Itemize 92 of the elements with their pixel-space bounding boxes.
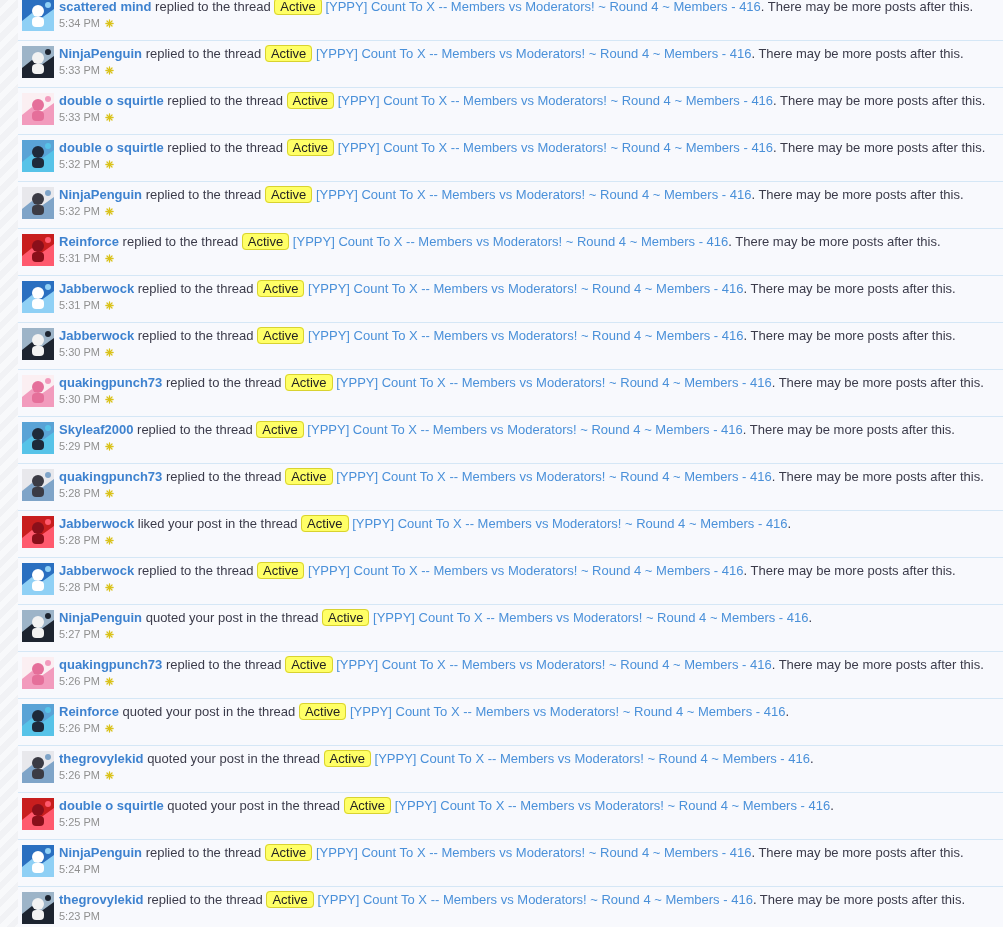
alert-text: thegrovylekid replied to the thread Active [YPPY] Count To X -- Members vs Moderators! ~ Round 4 ~ Members - 416. There may be more posts after this. (59, 890, 966, 910)
thread-link[interactable]: [YPPY] Count To X -- Members vs Moderators! ~ Round 4 ~ Members - 416 (336, 375, 772, 390)
alert-time: 5:34 PM (59, 17, 100, 29)
alert-time: 5:31 PM (59, 252, 100, 264)
alert-text: Skyleaf2000 replied to the thread Active [YPPY] Count To X -- Members vs Moderators! ~ Round 4 ~ Members - 416. There may be more posts after this. (59, 420, 955, 440)
status-badge: Active (257, 327, 305, 344)
username-link[interactable]: Skyleaf2000 (59, 422, 134, 437)
thread-link[interactable]: [YPPY] Count To X -- Members vs Moderators! ~ Round 4 ~ Members - 416 (317, 892, 753, 907)
status-badge: Active (264, 186, 313, 203)
status-badge: Active (301, 515, 349, 532)
username-link[interactable]: quakingpunch73 (59, 375, 163, 390)
alert-text: double o squirtle replied to the thread Active [YPPY] Count To X -- Members vs Moderators! ~ Round 4 ~ Members - 416. There may be more posts after this. (59, 91, 986, 111)
thread-link[interactable]: [YPPY] Count To X -- Members vs Moderators! ~ Round 4 ~ Members - 416 (336, 469, 772, 484)
username-link[interactable]: NinjaPenguin (59, 845, 143, 860)
username-link[interactable]: thegrovylekid (59, 892, 144, 907)
alert-time: 5:30 PM (59, 393, 100, 405)
status-badge: Active (274, 0, 322, 15)
status-badge: Active (286, 139, 334, 156)
status-badge: Active (343, 797, 392, 814)
thread-link[interactable]: [YPPY] Count To X -- Members vs Moderators! ~ Round 4 ~ Members - 416 (308, 563, 744, 578)
thread-link[interactable]: [YPPY] Count To X -- Members vs Moderators! ~ Round 4 ~ Members - 416 (336, 657, 772, 672)
thread-link[interactable]: [YPPY] Count To X -- Members vs Moderators! ~ Round 4 ~ Members - 416 (373, 610, 809, 625)
username-link[interactable]: Reinforce (59, 234, 119, 249)
username-link[interactable]: double o squirtle (59, 93, 164, 108)
username-link[interactable]: NinjaPenguin (59, 610, 143, 625)
alert-text: Jabberwock replied to the thread Active [YPPY] Count To X -- Members vs Moderators! ~ Round 4 ~ Members - 416. There may be more posts after this. (59, 561, 956, 581)
alert-time: 5:24 PM (59, 863, 100, 875)
username-link[interactable]: NinjaPenguin (59, 46, 143, 61)
alert-text: NinjaPenguin replied to the thread Active [YPPY] Count To X -- Members vs Moderators! ~ Round 4 ~ Members - 416. There may be more posts after this. (59, 185, 964, 205)
thread-link[interactable]: [YPPY] Count To X -- Members vs Moderators! ~ Round 4 ~ Members - 416 (307, 422, 743, 437)
alert-text: quakingpunch73 replied to the thread Active [YPPY] Count To X -- Members vs Moderators! ~ Round 4 ~ Members - 416. There may be more posts after this. (59, 655, 984, 675)
username-link[interactable]: thegrovylekid (59, 751, 144, 766)
status-badge: Active (256, 421, 304, 438)
alert-text: Reinforce replied to the thread Active [YPPY] Count To X -- Members vs Moderators! ~ Round 4 ~ Members - 416. There may be more posts after this. (59, 232, 941, 252)
alert-text: Reinforce quoted your post in the thread Active [YPPY] Count To X -- Members vs Moderators! ~ Round 4 ~ Members - 416. (59, 702, 790, 722)
alert-time: 5:26 PM (59, 722, 100, 734)
status-badge: Active (264, 45, 313, 62)
alert-time: 5:32 PM (59, 205, 100, 217)
status-badge: Active (322, 609, 370, 626)
alert-text: NinjaPenguin replied to the thread Active [YPPY] Count To X -- Members vs Moderators! ~ Round 4 ~ Members - 416. There may be more posts after this. (59, 843, 964, 863)
username-link[interactable]: quakingpunch73 (59, 657, 163, 672)
username-link[interactable]: quakingpunch73 (59, 469, 163, 484)
alert-text: scattered mind replied to the thread Active [YPPY] Count To X -- Members vs Moderators! ~ Round 4 ~ Members - 416. There may be more posts after this. (59, 0, 973, 17)
username-link[interactable]: scattered mind (59, 0, 152, 14)
alert-text: quakingpunch73 replied to the thread Active [YPPY] Count To X -- Members vs Moderators! ~ Round 4 ~ Members - 416. There may be more posts after this. (59, 373, 984, 393)
username-link[interactable]: Jabberwock (59, 328, 135, 343)
username-link[interactable]: double o squirtle (59, 798, 164, 813)
status-badge: Active (285, 468, 333, 485)
status-badge: Active (285, 374, 333, 391)
status-badge: Active (298, 703, 347, 720)
alert-text: Jabberwock replied to the thread Active [YPPY] Count To X -- Members vs Moderators! ~ Round 4 ~ Members - 416. There may be more posts after this. (59, 279, 956, 299)
alert-time: 5:26 PM (59, 675, 100, 687)
status-badge: Active (285, 656, 333, 673)
alert-time: 5:33 PM (59, 64, 100, 76)
status-badge: Active (266, 891, 314, 908)
alert-text: Jabberwock replied to the thread Active [YPPY] Count To X -- Members vs Moderators! ~ Round 4 ~ Members - 416. There may be more posts after this. (59, 326, 956, 346)
status-badge: Active (264, 844, 313, 861)
alert-text: Jabberwock liked your post in the thread Active [YPPY] Count To X -- Members vs Moderators! ~ Round 4 ~ Members - 416. (59, 514, 792, 534)
status-badge: Active (241, 233, 290, 250)
alert-time: 5:27 PM (59, 628, 100, 640)
alert-time: 5:28 PM (59, 487, 100, 499)
username-link[interactable]: Jabberwock (59, 281, 135, 296)
alert-time: 5:30 PM (59, 346, 100, 358)
alert-time: 5:33 PM (59, 111, 100, 123)
username-link[interactable]: Reinforce (59, 704, 119, 719)
alert-text: thegrovylekid quoted your post in the thread Active [YPPY] Count To X -- Members vs Moderators! ~ Round 4 ~ Members - 416. (59, 749, 814, 769)
status-badge: Active (257, 280, 305, 297)
alert-text: double o squirtle replied to the thread Active [YPPY] Count To X -- Members vs Moderators! ~ Round 4 ~ Members - 416. There may be more posts after this. (59, 138, 986, 158)
username-link[interactable]: double o squirtle (59, 140, 164, 155)
alert-time: 5:31 PM (59, 299, 100, 311)
alert-time: 5:26 PM (59, 769, 100, 781)
alert-text: NinjaPenguin quoted your post in the thread Active [YPPY] Count To X -- Members vs Moderators! ~ Round 4 ~ Members - 416. (59, 608, 813, 628)
status-badge: Active (286, 92, 334, 109)
status-badge: Active (257, 562, 305, 579)
username-link[interactable]: Jabberwock (59, 516, 135, 531)
username-link[interactable]: NinjaPenguin (59, 187, 143, 202)
thread-link[interactable]: [YPPY] Count To X -- Members vs Moderators! ~ Round 4 ~ Members - 416 (308, 281, 744, 296)
alert-time: 5:29 PM (59, 440, 100, 452)
alert-time: 5:23 PM (59, 910, 100, 922)
thread-link[interactable]: [YPPY] Count To X -- Members vs Moderators! ~ Round 4 ~ Members - 416 (374, 751, 810, 766)
alert-text: quakingpunch73 replied to the thread Active [YPPY] Count To X -- Members vs Moderators! ~ Round 4 ~ Members - 416. There may be more posts after this. (59, 467, 984, 487)
alert-time: 5:25 PM (59, 816, 100, 828)
thread-link[interactable]: [YPPY] Count To X -- Members vs Moderators! ~ Round 4 ~ Members - 416 (308, 328, 744, 343)
alert-time: 5:28 PM (59, 534, 100, 546)
thread-link[interactable]: [YPPY] Count To X -- Members vs Moderators! ~ Round 4 ~ Members - 416 (325, 0, 761, 14)
username-link[interactable]: Jabberwock (59, 563, 135, 578)
alert-text: double o squirtle quoted your post in the thread Active [YPPY] Count To X -- Members vs Moderators! ~ Round 4 ~ Members - 416. (59, 796, 834, 816)
alert-time: 5:32 PM (59, 158, 100, 170)
status-badge: Active (323, 750, 371, 767)
alert-text: NinjaPenguin replied to the thread Active [YPPY] Count To X -- Members vs Moderators! ~ Round 4 ~ Members - 416. There may be more posts after this. (59, 44, 964, 64)
thread-link[interactable]: [YPPY] Count To X -- Members vs Moderators! ~ Round 4 ~ Members - 416 (352, 516, 788, 531)
alert-time: 5:28 PM (59, 581, 100, 593)
